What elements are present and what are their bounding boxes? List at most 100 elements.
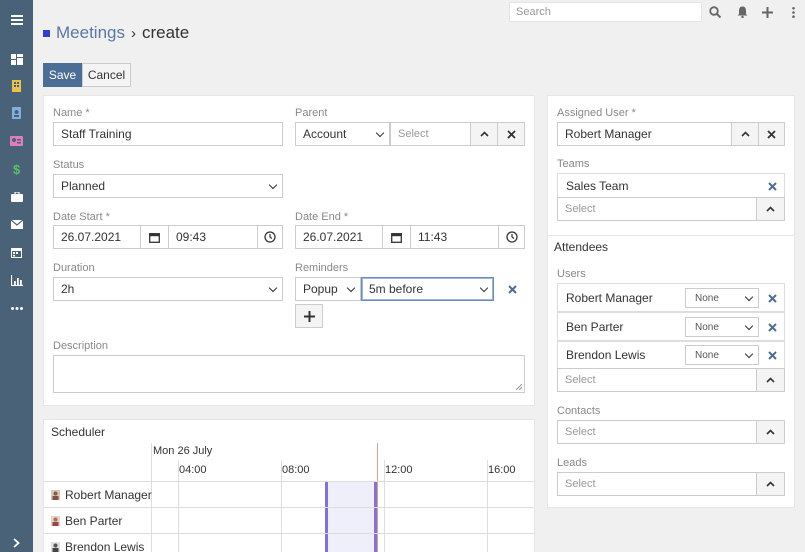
- remove-user-button[interactable]: [765, 291, 779, 305]
- reminder-time-select[interactable]: 5m before: [361, 277, 494, 301]
- date-end-calendar-button[interactable]: [382, 225, 411, 249]
- calendar-icon: [149, 232, 160, 243]
- teams-select-button[interactable]: [756, 197, 785, 221]
- user-status-select[interactable]: None: [685, 317, 759, 337]
- scheduler-row-name: Robert Manager: [65, 488, 152, 502]
- date-start-clock-button[interactable]: [257, 225, 283, 249]
- chevron-up-icon: [740, 131, 750, 137]
- scheduler-day: Mon 26 July: [153, 445, 213, 457]
- date-end-date-input[interactable]: 26.07.2021: [295, 225, 383, 249]
- description-textarea[interactable]: [53, 355, 525, 393]
- parent-select-input[interactable]: Select: [390, 122, 471, 146]
- contact-card-icon[interactable]: [0, 100, 33, 126]
- calendar-icon: [391, 232, 402, 243]
- scheduler-row-label: Robert Manager: [51, 482, 152, 508]
- chevron-right-icon[interactable]: [0, 530, 33, 552]
- scheduler-now-line: [377, 443, 378, 552]
- scheduler-meeting-range[interactable]: [325, 482, 377, 552]
- close-icon: [767, 350, 777, 360]
- assigned-user-label: Assigned User *: [557, 107, 636, 119]
- assigned-user-clear-button[interactable]: [758, 122, 785, 146]
- bell-icon[interactable]: [733, 3, 751, 21]
- scheduler-row-name: Ben Parter: [65, 514, 123, 528]
- parent-label: Parent: [295, 107, 328, 119]
- leads-select-button[interactable]: [756, 472, 785, 496]
- resize-handle-icon[interactable]: [516, 384, 522, 390]
- breadcrumb-link-meetings[interactable]: Meetings: [56, 23, 125, 43]
- scheduler-row-name: Brendon Lewis: [65, 540, 145, 552]
- dollar-icon[interactable]: $: [0, 156, 33, 182]
- kebab-menu-icon[interactable]: [784, 3, 802, 21]
- reminder-type-select[interactable]: Popup: [295, 277, 361, 301]
- clock-icon: [264, 231, 276, 243]
- duration-select[interactable]: 2h: [53, 277, 283, 301]
- search-icon[interactable]: [706, 3, 724, 21]
- plus-icon[interactable]: [758, 3, 776, 21]
- date-start-label: Date Start *: [53, 211, 110, 223]
- chevron-up-icon: [766, 377, 775, 383]
- assigned-user-select-button[interactable]: [731, 122, 759, 146]
- status-label: Status: [53, 159, 85, 171]
- assigned-user-input[interactable]: Robert Manager: [557, 122, 732, 146]
- scheduler-time-0400: 04:00: [179, 464, 207, 476]
- scheduler-time-0800: 08:00: [282, 464, 310, 476]
- side-panel: Assigned User * Robert Manager Teams Sal…: [547, 95, 795, 508]
- remove-user-button[interactable]: [765, 348, 779, 362]
- close-icon: [767, 129, 776, 139]
- name-input[interactable]: Staff Training: [53, 122, 283, 146]
- briefcase-icon[interactable]: [0, 184, 33, 210]
- remove-reminder-button[interactable]: [505, 282, 519, 296]
- avatar: [51, 490, 60, 500]
- sidebar: $: [0, 0, 33, 552]
- contacts-select-input[interactable]: Select: [557, 420, 757, 444]
- user-name: Brendon Lewis: [566, 348, 646, 362]
- contacts-select-button[interactable]: [756, 420, 785, 444]
- teams-label: Teams: [557, 158, 590, 170]
- scheduler-row-label: Brendon Lewis: [51, 534, 144, 552]
- date-end-clock-button[interactable]: [498, 225, 525, 249]
- svg-text:$: $: [13, 163, 21, 176]
- scheduler-panel: Scheduler Mon 26 July 04:00 08:00 12:00 …: [43, 419, 535, 552]
- remove-team-button[interactable]: [765, 179, 779, 193]
- date-start-date-input[interactable]: 26.07.2021: [53, 225, 141, 249]
- menu-icon[interactable]: [0, 7, 33, 33]
- parent-clear-button[interactable]: [497, 122, 525, 146]
- duration-label: Duration: [53, 262, 95, 274]
- search-input[interactable]: [509, 2, 702, 22]
- leads-select-input[interactable]: Select: [557, 472, 757, 496]
- scheduler-time-1200: 12:00: [385, 464, 413, 476]
- parent-select-button[interactable]: [470, 122, 498, 146]
- user-status-select[interactable]: None: [685, 345, 759, 365]
- parent-type-select[interactable]: Account: [295, 122, 390, 146]
- id-card-icon[interactable]: [0, 128, 33, 154]
- date-start-time-input[interactable]: 09:43: [168, 225, 258, 249]
- calendar-icon[interactable]: [0, 239, 33, 265]
- date-end-time-input[interactable]: 11:43: [410, 225, 499, 249]
- close-icon: [506, 129, 516, 139]
- close-icon: [767, 293, 777, 303]
- scheduler-title: Scheduler: [51, 425, 106, 439]
- main-form-panel: Name * Staff Training Parent Account Sel…: [43, 95, 535, 406]
- avatar: [51, 542, 60, 552]
- add-reminder-button[interactable]: [295, 304, 323, 328]
- users-select-input[interactable]: Select: [557, 368, 757, 392]
- chevron-up-icon: [479, 131, 489, 137]
- building-icon[interactable]: [0, 73, 33, 99]
- dashboard-icon[interactable]: [0, 46, 33, 72]
- teams-select-input[interactable]: Select: [557, 197, 757, 221]
- cancel-button[interactable]: Cancel: [82, 63, 131, 87]
- date-start-calendar-button[interactable]: [140, 225, 169, 249]
- chart-icon[interactable]: [0, 267, 33, 293]
- status-select[interactable]: Planned: [53, 174, 283, 198]
- save-button[interactable]: Save: [43, 63, 82, 87]
- users-select-button[interactable]: [756, 368, 785, 392]
- top-bar: [33, 0, 805, 24]
- name-label: Name *: [53, 107, 90, 119]
- remove-user-button[interactable]: [765, 320, 779, 334]
- envelope-icon[interactable]: [0, 211, 33, 237]
- avatar: [51, 516, 60, 526]
- scheduler-gridline: [487, 460, 488, 552]
- contacts-label: Contacts: [557, 405, 601, 417]
- user-status-select[interactable]: None: [685, 288, 759, 308]
- more-icon[interactable]: [0, 295, 33, 321]
